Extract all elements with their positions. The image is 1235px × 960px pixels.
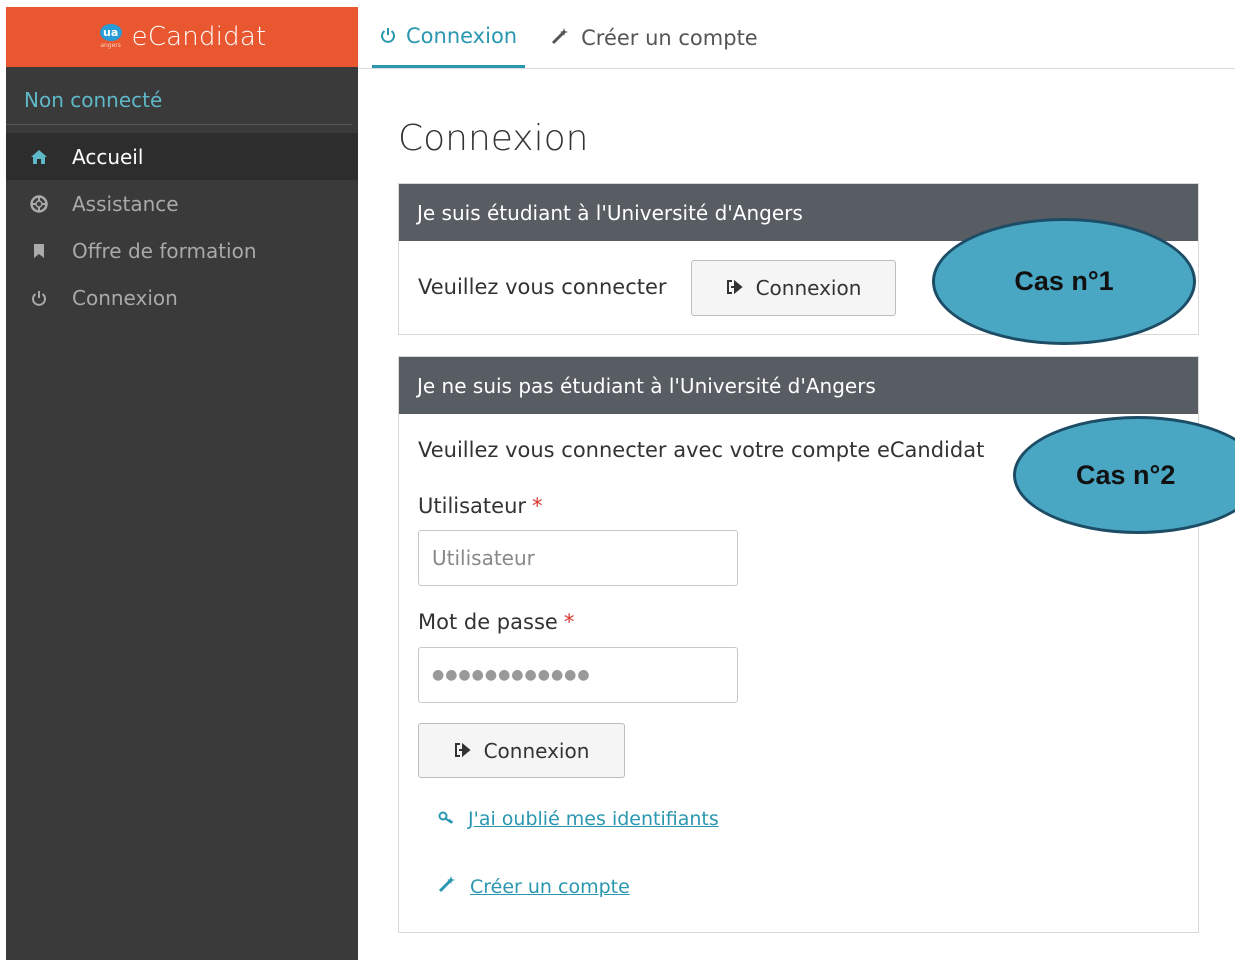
- password-label: Mot de passe *: [418, 610, 575, 634]
- username-placeholder: Utilisateur: [432, 546, 535, 570]
- tab-label: Créer un compte: [581, 25, 758, 50]
- required-mark: *: [532, 494, 543, 518]
- key-icon: [438, 808, 456, 830]
- student-connexion-button[interactable]: Connexion: [691, 260, 896, 316]
- sidebar-item-offre-de-formation[interactable]: Offre de formation: [6, 227, 358, 274]
- app-name: eCandidat: [131, 22, 267, 52]
- power-icon: [380, 24, 396, 48]
- sign-in-icon: [454, 739, 472, 763]
- brand-bar[interactable]: ua angers eCandidat: [6, 7, 358, 67]
- tab-creer-un-compte[interactable]: Créer un compte: [543, 7, 766, 68]
- sidebar-item-label: Accueil: [72, 144, 144, 169]
- sidebar-item-assistance[interactable]: Assistance: [6, 180, 358, 227]
- home-icon: [28, 146, 50, 168]
- sidebar-item-accueil[interactable]: Accueil: [6, 133, 358, 180]
- account-connexion-button[interactable]: Connexion: [418, 723, 625, 778]
- magic-wand-icon: [551, 26, 571, 50]
- button-label: Connexion: [755, 276, 862, 300]
- bookmark-icon: [28, 240, 50, 262]
- sidebar: ua angers eCandidat Non connecté Accueil…: [6, 7, 358, 960]
- sign-in-icon: [726, 276, 744, 300]
- button-label: Connexion: [483, 738, 590, 763]
- top-tabs: Connexion Créer un compte: [358, 7, 1235, 69]
- forgot-credentials-link[interactable]: J'ai oublié mes identifiants: [438, 808, 719, 830]
- student-login-prompt: Veuillez vous connecter: [418, 275, 667, 299]
- link-label: Créer un compte: [470, 875, 630, 898]
- magic-wand-icon: [438, 875, 458, 898]
- username-input[interactable]: Utilisateur: [418, 530, 738, 586]
- tab-label: Connexion: [406, 24, 518, 48]
- page-title: Connexion: [398, 118, 589, 159]
- link-label: J'ai oublié mes identifiants: [468, 808, 719, 830]
- password-input[interactable]: ●●●●●●●●●●●●: [418, 647, 738, 703]
- username-label: Utilisateur *: [418, 494, 543, 518]
- sidebar-nav: Accueil Assistance Offre de formation Co…: [6, 133, 358, 321]
- sidebar-item-label: Offre de formation: [72, 238, 257, 263]
- panel-header: Je ne suis pas étudiant à l'Université d…: [399, 357, 1198, 414]
- tab-connexion[interactable]: Connexion: [372, 7, 526, 68]
- sidebar-item-label: Connexion: [72, 285, 178, 310]
- account-login-prompt: Veuillez vous connecter avec votre compt…: [418, 438, 985, 462]
- power-icon: [28, 287, 50, 309]
- password-value: ●●●●●●●●●●●●: [432, 667, 591, 683]
- sidebar-item-connexion[interactable]: Connexion: [6, 274, 358, 321]
- annotation-case-1: Cas n°1: [932, 218, 1196, 345]
- required-mark: *: [563, 610, 575, 634]
- university-logo: ua angers: [99, 24, 122, 49]
- create-account-link[interactable]: Créer un compte: [438, 875, 630, 898]
- sidebar-item-label: Assistance: [72, 191, 179, 216]
- lifebuoy-icon: [28, 193, 50, 215]
- login-status: Non connecté: [6, 67, 352, 125]
